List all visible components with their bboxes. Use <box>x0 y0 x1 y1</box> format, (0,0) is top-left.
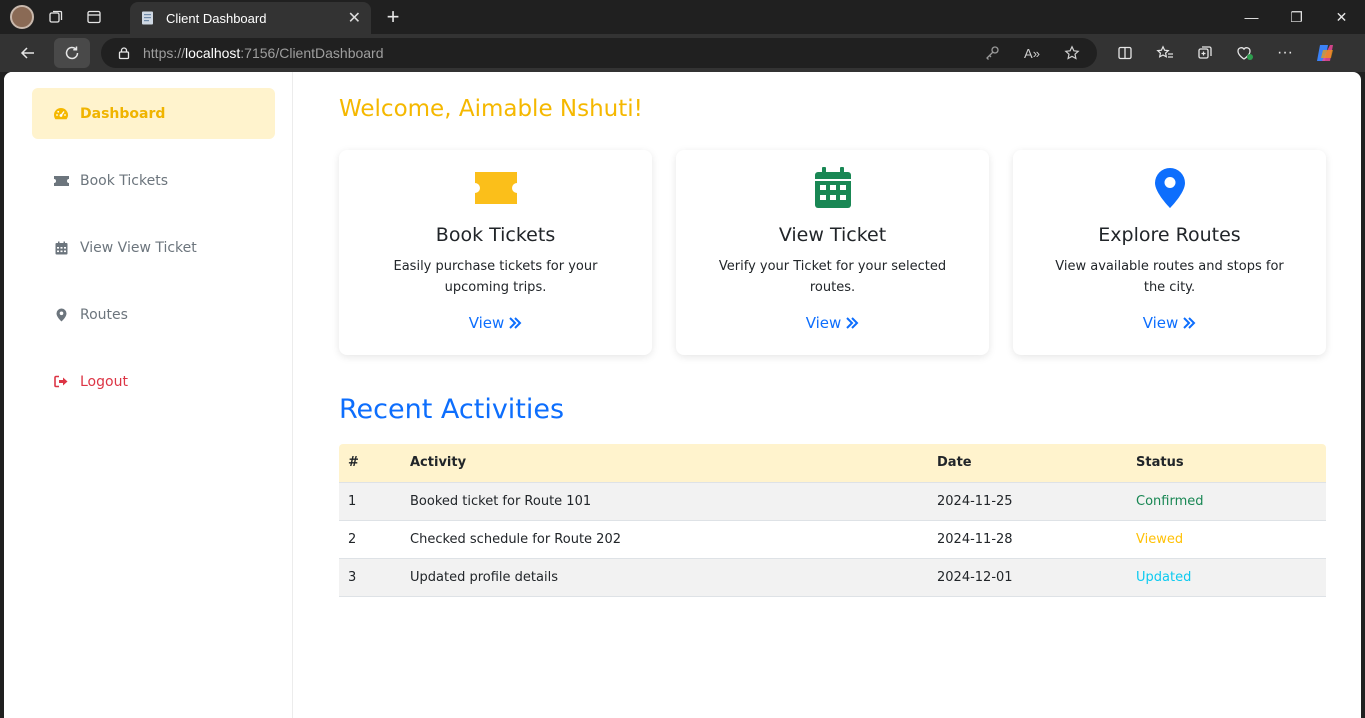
calendar-icon <box>52 241 70 255</box>
ticket-icon <box>339 166 652 210</box>
minimize-icon[interactable]: — <box>1229 0 1274 34</box>
view-ticket-link[interactable]: View <box>676 314 989 332</box>
copilot-icon[interactable] <box>1305 38 1345 68</box>
cell-status: Updated <box>1127 557 1326 597</box>
double-chevron-right-icon <box>1183 317 1196 329</box>
read-aloud-icon[interactable]: A» <box>1012 38 1052 68</box>
more-options-icon[interactable]: ··· <box>1265 38 1305 68</box>
new-tab-icon[interactable]: + <box>380 4 406 30</box>
activities-table: # Activity Date Status 1 Booked ticket fo… <box>339 444 1326 597</box>
cell-status: Viewed <box>1127 519 1326 558</box>
sidebar-item-logout[interactable]: Logout <box>32 356 275 407</box>
workspaces-icon[interactable] <box>40 1 72 33</box>
browser-essentials-icon[interactable] <box>1225 38 1265 68</box>
table-row: 2 Checked schedule for Route 202 2024-11-2… <box>339 519 1326 558</box>
cell-date: 2024-11-28 <box>928 519 1127 558</box>
cell-number: 3 <box>339 557 401 597</box>
sidebar-item-label: Dashboard <box>80 105 166 122</box>
cell-number: 1 <box>339 481 401 520</box>
cell-activity: Checked schedule for Route 202 <box>401 519 928 558</box>
browser-tab-bar: Client Dashboard ✕ + — ❐ ✕ <box>0 0 1365 34</box>
split-screen-icon[interactable] <box>1105 38 1145 68</box>
favorite-star-icon[interactable] <box>1052 38 1092 68</box>
card-title: Book Tickets <box>435 224 556 246</box>
browser-tab[interactable]: Client Dashboard ✕ <box>130 2 371 34</box>
table-header-row: # Activity Date Status <box>339 444 1326 482</box>
collections-icon[interactable] <box>1185 38 1225 68</box>
cell-activity: Booked ticket for Route 101 <box>401 481 928 520</box>
cell-date: 2024-11-25 <box>928 481 1127 520</box>
ticket-icon <box>52 175 70 187</box>
card-description: Verify your Ticket for your selected rou… <box>718 259 947 295</box>
sidebar-item-dashboard[interactable]: Dashboard <box>32 88 275 139</box>
card-description: Easily purchase tickets for your upcomin… <box>393 259 598 295</box>
restore-icon[interactable]: ❐ <box>1274 0 1319 34</box>
cell-status: Confirmed <box>1127 481 1326 520</box>
view-routes-link[interactable]: View <box>1013 314 1326 332</box>
card-explore-routes: Explore Routes View available routes and… <box>1013 150 1326 355</box>
view-book-tickets-link[interactable]: View <box>339 314 652 332</box>
card-book-tickets: Book Tickets Easily purchase tickets for… <box>339 150 652 355</box>
card-title: Explore Routes <box>1098 224 1241 246</box>
sidebar-item-routes[interactable]: Routes <box>32 289 275 340</box>
table-row: 1 Booked ticket for Route 101 2024-11-25 Co… <box>339 481 1326 520</box>
double-chevron-right-icon <box>509 317 522 329</box>
page: Dashboard Book Tickets View View Ticket … <box>4 72 1361 718</box>
map-pin-icon <box>1013 166 1326 210</box>
column-header: Activity <box>401 444 928 482</box>
sidebar-item-label: View View Ticket <box>80 239 197 256</box>
cell-number: 2 <box>339 519 401 558</box>
welcome-heading: Welcome, Aimable Nshuti! <box>339 96 643 122</box>
gauge-icon <box>52 107 70 121</box>
column-header: # <box>339 444 401 482</box>
recent-activities-heading: Recent Activities <box>339 394 565 425</box>
sidebar: Dashboard Book Tickets View View Ticket … <box>4 72 293 718</box>
column-header: Status <box>1127 444 1326 482</box>
sidebar-item-label: Routes <box>80 306 128 323</box>
main-content: Welcome, Aimable Nshuti! Book Tickets Ea… <box>339 72 1329 718</box>
url-text: https://localhost:7156/ClientDashboard <box>143 45 384 61</box>
favorites-icon[interactable] <box>1145 38 1185 68</box>
sidebar-item-label: Book Tickets <box>80 172 169 189</box>
card-title: View Ticket <box>778 224 887 246</box>
close-window-icon[interactable]: ✕ <box>1319 0 1364 34</box>
sidebar-item-view-ticket[interactable]: View View Ticket <box>32 222 275 273</box>
table-row: 3 Updated profile details 2024-12-01 Update… <box>339 557 1326 597</box>
vertical-tabs-icon[interactable] <box>78 1 110 33</box>
card-view-ticket: View Ticket Verify your Ticket for your … <box>676 150 989 355</box>
cell-activity: Updated profile details <box>401 557 928 597</box>
sidebar-item-label: Logout <box>80 373 128 390</box>
cell-date: 2024-12-01 <box>928 557 1127 597</box>
address-bar: https://localhost:7156/ClientDashboard A… <box>0 34 1365 72</box>
sidebar-item-book-tickets[interactable]: Book Tickets <box>32 155 275 206</box>
tab-title: Client Dashboard <box>166 10 267 26</box>
map-pin-icon <box>52 308 70 322</box>
double-chevron-right-icon <box>846 317 859 329</box>
calendar-icon <box>676 166 989 210</box>
close-tab-icon[interactable]: ✕ <box>348 8 361 28</box>
sign-out-icon <box>52 375 70 388</box>
reload-icon[interactable] <box>54 38 90 68</box>
url-field[interactable]: https://localhost:7156/ClientDashboard <box>101 38 1097 68</box>
lock-icon[interactable] <box>117 46 131 60</box>
profile-avatar[interactable] <box>10 5 34 29</box>
back-icon[interactable] <box>10 38 46 68</box>
card-description: View available routes and stops for the … <box>1055 259 1284 295</box>
page-favicon-icon <box>142 11 153 25</box>
column-header: Date <box>928 444 1127 482</box>
key-icon[interactable] <box>972 38 1012 68</box>
